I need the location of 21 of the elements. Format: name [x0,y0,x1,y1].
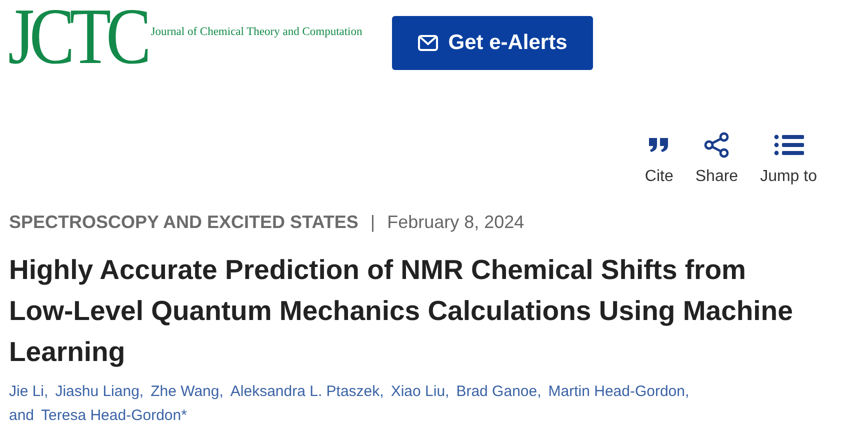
author-link[interactable]: Zhe Wang, [150,383,224,400]
author-link[interactable]: Aleksandra L. Ptaszek, [230,383,384,400]
author-link[interactable]: Xiao Liu, [390,383,450,400]
share-button[interactable]: Share [695,132,738,186]
conjunction: and [9,407,34,424]
list-icon [774,134,804,156]
cite-button[interactable]: Cite [644,132,674,186]
article-category[interactable]: SPECTROSCOPY AND EXCITED STATES [9,212,358,233]
quote-icon [648,137,670,153]
author-link[interactable]: Teresa Head-Gordon* [41,407,187,424]
publication-date: February 8, 2024 [387,212,524,233]
share-icon [704,132,730,158]
author-link[interactable]: Jie Li, [9,383,48,400]
author-link[interactable]: Brad Ganoe, [456,383,542,400]
author-link[interactable]: Martin Head-Gordon, [548,383,690,400]
envelope-icon [418,35,438,51]
separator: | [370,212,376,233]
author-link[interactable]: Jiashu Liang, [55,383,144,400]
get-e-alerts-button[interactable]: Get e-Alerts [392,16,594,70]
jump-to-button[interactable]: Jump to [760,132,817,186]
article-title: Highly Accurate Prediction of NMR Chemical Shifts from Low-Level Quantum Mechanics Calculations Using Machine Learning [9,253,794,369]
